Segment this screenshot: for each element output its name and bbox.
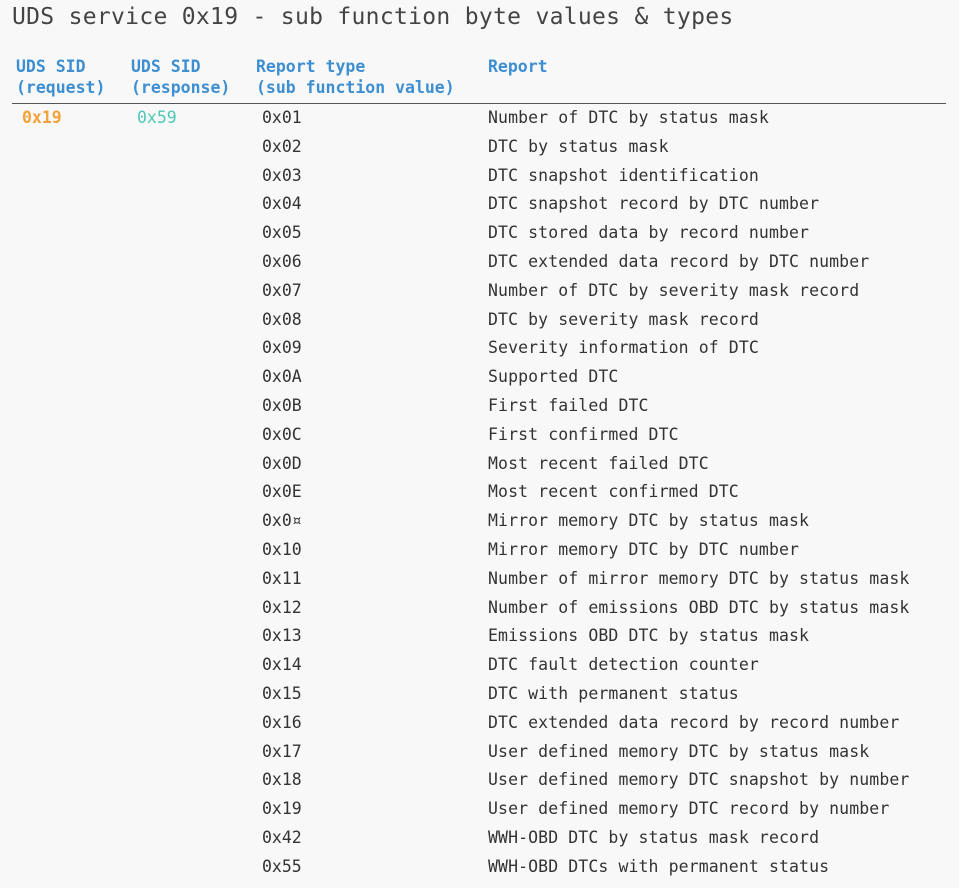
cell-report-type: 0x12 xyxy=(262,597,302,617)
cell-report-type: 0x13 xyxy=(262,626,302,646)
table-row: 0x07 Number of DTC by severity mask recor… xyxy=(0,277,959,306)
cell-report: Most recent failed DTC xyxy=(488,453,709,473)
table-body: 0x19 0x59 0x01 Number of DTC by status mask… xyxy=(0,104,959,882)
cell-report-type: 0x08 xyxy=(262,309,302,329)
cell-report-type: 0x03 xyxy=(262,165,302,185)
cell-report-type: 0x16 xyxy=(262,712,302,732)
cell-report-type: 0x0¤ xyxy=(262,511,302,531)
table-row: 0x0C First confirmed DTC xyxy=(0,421,959,450)
cell-report: DTC fault detection counter xyxy=(488,655,759,675)
table-row: 0x42 WWH-OBD DTC by status mask record xyxy=(0,824,959,853)
cell-report-type: 0x10 xyxy=(262,539,302,559)
header-sid-request: UDS SID (request) xyxy=(16,56,105,98)
table-row: 0x05 DTC stored data by record number xyxy=(0,219,959,248)
table-row: 0x0E Most recent confirmed DTC xyxy=(0,478,959,507)
cell-report-type: 0x0C xyxy=(262,424,302,444)
cell-report: DTC stored data by record number xyxy=(488,223,810,243)
table-row: 0x08 DTC by severity mask record xyxy=(0,306,959,335)
cell-report: Number of mirror memory DTC by status ma… xyxy=(488,568,910,588)
table-row: 0x17 User defined memory DTC by status ma… xyxy=(0,738,959,767)
cell-report-type: 0x05 xyxy=(262,223,302,243)
cell-report: Number of DTC by severity mask record xyxy=(488,280,860,300)
cell-report-type: 0x55 xyxy=(262,856,302,876)
header-sid-request-line1: UDS SID xyxy=(16,57,86,76)
cell-report: First failed DTC xyxy=(488,395,649,415)
cell-report-type: 0x18 xyxy=(262,770,302,790)
header-sid-response-line2: (response) xyxy=(131,78,231,97)
table-row: 0x19 User defined memory DTC record by nu… xyxy=(0,795,959,824)
cell-report: DTC extended data record by record numbe… xyxy=(488,712,900,732)
cell-report: Emissions OBD DTC by status mask xyxy=(488,626,810,646)
cell-report: Number of DTC by status mask xyxy=(488,108,769,127)
cell-report-type: 0x19 xyxy=(262,799,302,819)
cell-report: DTC by severity mask record xyxy=(488,309,759,329)
cell-report-type: 0x42 xyxy=(262,827,302,847)
cell-report: WWH-OBD DTC by status mask record xyxy=(488,827,820,847)
cell-report-type: 0x0B xyxy=(262,395,302,415)
cell-report: User defined memory DTC record by number xyxy=(488,799,890,819)
cell-report: User defined memory DTC snapshot by numb… xyxy=(488,770,910,790)
table-row: 0x0B First failed DTC xyxy=(0,392,959,421)
table-row: 0x55 WWH-OBD DTCs with permanent status xyxy=(0,853,959,882)
cell-report-type: 0x0D xyxy=(262,453,302,473)
cell-report-type: 0x15 xyxy=(262,683,302,703)
table-row: 0x09 Severity information of DTC xyxy=(0,334,959,363)
cell-report: DTC extended data record by DTC number xyxy=(488,251,870,271)
cell-report-type: 0x17 xyxy=(262,741,302,761)
table-row: 0x02 DTC by status mask xyxy=(0,133,959,162)
cell-report-type: 0x09 xyxy=(262,338,302,358)
table-row: 0x10 Mirror memory DTC by DTC number xyxy=(0,536,959,565)
cell-report-type: 0x07 xyxy=(262,280,302,300)
table-row: 0x04 DTC snapshot record by DTC number xyxy=(0,190,959,219)
cell-report: User defined memory DTC by status mask xyxy=(488,741,870,761)
header-report-type: Report type (sub function value) xyxy=(256,56,455,98)
cell-sid-response: 0x59 xyxy=(137,108,177,127)
header-report-type-line1: Report type xyxy=(256,57,366,76)
cell-report-type: 0x02 xyxy=(262,136,302,156)
cell-report-type: 0x0E xyxy=(262,482,302,502)
cell-report: Severity information of DTC xyxy=(488,338,759,358)
header-report: Report xyxy=(488,56,548,77)
header-sid-response: UDS SID (response) xyxy=(131,56,230,98)
cell-report: Mirror memory DTC by status mask xyxy=(488,511,810,531)
table-row: 0x18 User defined memory DTC snapshot by … xyxy=(0,766,959,795)
header-sid-request-line2: (request) xyxy=(16,78,106,97)
header-report-type-line2: (sub function value) xyxy=(256,78,455,97)
cell-report: DTC by status mask xyxy=(488,136,669,156)
table-row: 0x06 DTC extended data record by DTC numb… xyxy=(0,248,959,277)
cell-report: DTC snapshot record by DTC number xyxy=(488,194,820,214)
cell-report: WWH-OBD DTCs with permanent status xyxy=(488,856,830,876)
header-report-line1: Report xyxy=(488,57,548,76)
cell-sid-request: 0x19 xyxy=(22,108,62,127)
table-row: 0x11 Number of mirror memory DTC by statu… xyxy=(0,565,959,594)
table-row: 0x15 DTC with permanent status xyxy=(0,680,959,709)
table-row: 0x0¤ Mirror memory DTC by status mask xyxy=(0,507,959,536)
cell-report-type: 0x01 xyxy=(262,108,302,127)
cell-report-type: 0x0A xyxy=(262,367,302,387)
cell-report-type: 0x06 xyxy=(262,251,302,271)
page-title: UDS service 0x19 - sub function byte val… xyxy=(12,4,734,30)
cell-report: Most recent confirmed DTC xyxy=(488,482,739,502)
cell-report: First confirmed DTC xyxy=(488,424,679,444)
table-row: 0x12 Number of emissions OBD DTC by statu… xyxy=(0,594,959,623)
cell-report: DTC with permanent status xyxy=(488,683,739,703)
table-row: 0x16 DTC extended data record by record n… xyxy=(0,709,959,738)
cell-report: DTC snapshot identification xyxy=(488,165,759,185)
header-sid-response-line1: UDS SID xyxy=(131,57,201,76)
cell-report-type: 0x14 xyxy=(262,655,302,675)
cell-report-type: 0x11 xyxy=(262,568,302,588)
table-row: 0x03 DTC snapshot identification xyxy=(0,162,959,191)
table-row: 0x0A Supported DTC xyxy=(0,363,959,392)
table-row: 0x14 DTC fault detection counter xyxy=(0,651,959,680)
cell-report-type: 0x04 xyxy=(262,194,302,214)
table-row: 0x19 0x59 0x01 Number of DTC by status mask xyxy=(0,104,959,133)
table-row: 0x13 Emissions OBD DTC by status mask xyxy=(0,622,959,651)
cell-report: Supported DTC xyxy=(488,367,619,387)
table-row: 0x0D Most recent failed DTC xyxy=(0,450,959,479)
cell-report: Mirror memory DTC by DTC number xyxy=(488,539,800,559)
cell-report: Number of emissions OBD DTC by status ma… xyxy=(488,597,910,617)
